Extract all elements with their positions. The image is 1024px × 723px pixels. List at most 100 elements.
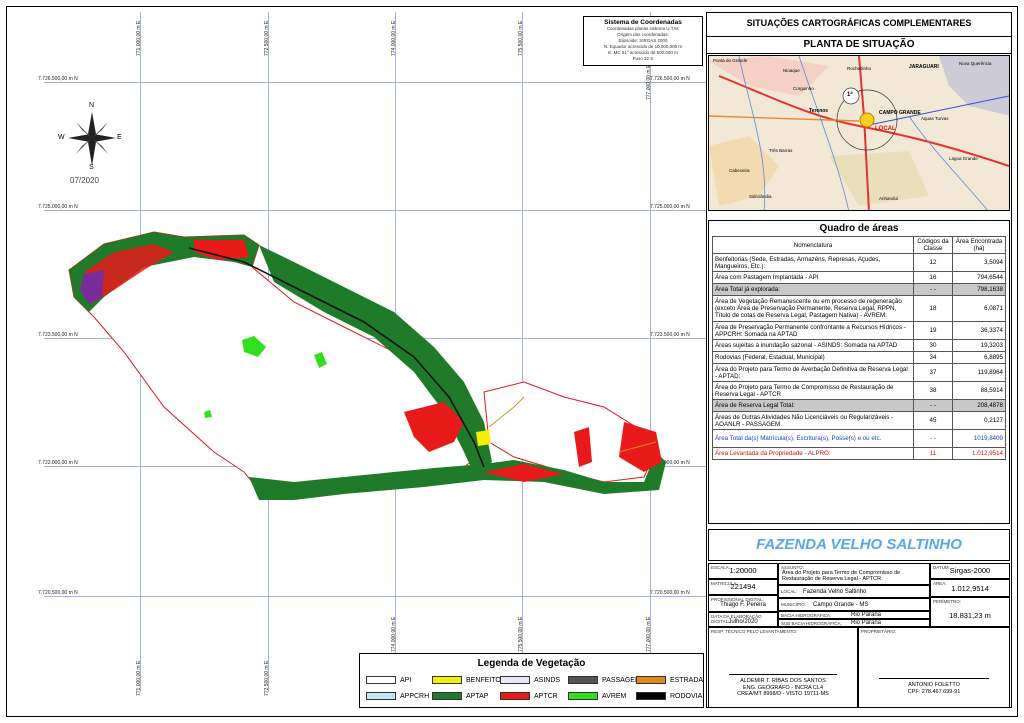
south-label: S: [89, 164, 94, 171]
legend-label: RODOVIA: [670, 692, 703, 700]
north-arrow: N S E W 07/2020: [58, 102, 122, 188]
area-value: 1.012,9514: [951, 584, 989, 593]
bacia-value: Rio Parana: [851, 612, 882, 618]
row-area: 798,1638: [952, 283, 1006, 296]
local-value: Fazenda Velho Saltinho: [803, 589, 867, 595]
legend-label: API: [400, 676, 412, 684]
proprietario-box: PROPRIETÁRIO: ANTONIO FOLETTO CPF: 278.4…: [858, 627, 1010, 708]
quadro-row: Área de Preservação Permanente confronta…: [712, 321, 1006, 340]
legend-label: APTCR: [534, 692, 558, 700]
inset-label: Ponta do Grande: [713, 58, 748, 63]
inset-label: Terenos: [809, 108, 829, 114]
quadro-row: Área Total da(s) Matrícula(s), Escritura…: [712, 429, 1006, 448]
inset-label: JARAGUARI: [909, 64, 939, 70]
datum-value: Sirgas-2000: [949, 566, 991, 575]
row-area: 36,3374: [952, 321, 1006, 340]
col-nomenclatura: Nomenclatura: [712, 236, 914, 254]
inset-badge: 1ª: [847, 92, 853, 98]
quadro-row: Área do Projeto para Termo de Averbação …: [712, 363, 1006, 382]
legend-item: ASINDS: [500, 676, 560, 684]
municipio-value: Campo Grande - MS: [813, 602, 869, 608]
west-label: W: [58, 134, 65, 141]
farm-name-box: FAZENDA VELHO SALTINHO: [708, 529, 1010, 561]
property-map: [68, 231, 666, 500]
inset-label: Rochedinho: [847, 66, 872, 71]
prop-line2: CPF: 278.467.699-91: [907, 688, 961, 695]
inset-label: Nova Querência: [959, 61, 992, 66]
farm-name: FAZENDA VELHO SALTINHO: [756, 536, 962, 553]
inset-label: Lagoa Grande: [949, 156, 978, 161]
panel-title: SITUAÇÕES CARTOGRÁFICAS COMPLEMENTARES: [746, 18, 972, 28]
row-label: Áreas sujeitas à inundação sazonal - ASI…: [712, 339, 914, 352]
legend-item: RODOVIA: [636, 692, 702, 700]
legend-swatch: [500, 676, 530, 684]
assunto-value: Área do Projeto para Termo de Compromiss…: [782, 570, 901, 582]
inset-label: Nioaque: [783, 68, 800, 73]
legend-label: APPCRH: [400, 692, 430, 700]
inset-map: Ponta do Grande Nioaque Rochedinho JARAG…: [708, 55, 1010, 211]
quadro-row: Área de Vegetação Remanescente ou em pro…: [712, 295, 1006, 322]
quadro-row: Área Levantada da Propriedade - ALPRO: 11…: [712, 447, 1006, 460]
quadro-areas: Quadro de áreas Nomenclatura Códigos da …: [708, 220, 1010, 524]
coord-system-title: Sistema de Coordenadas: [604, 19, 682, 26]
row-code: 34: [913, 351, 953, 364]
row-code: 30: [913, 339, 953, 352]
legend-label: PASSAGEM: [602, 676, 641, 684]
row-label: Área Total da(s) Matrícula(s), Escritura…: [712, 429, 914, 448]
inset-local-label: LOCAL: [875, 126, 896, 132]
quadro-row: Benfeitorias (Sede, Estradas, Armazéns, …: [712, 253, 1006, 272]
inset-label: Aquas Turvas: [921, 116, 949, 121]
legend-swatch: [432, 676, 462, 684]
legend-label: APTAP: [466, 692, 489, 700]
coord-line: Fuso 22 S: [632, 56, 654, 61]
map-date: 07/2020: [70, 176, 99, 185]
legend-swatch: [500, 692, 530, 700]
row-label: Área Total já explorada:: [712, 283, 914, 296]
legend-item: APTCR: [500, 692, 558, 700]
quadro-row: Área de Reserva Legal Total: - -208,4878: [712, 399, 1006, 412]
row-code: 16: [913, 271, 953, 284]
data-value: Julho/2020: [728, 619, 758, 625]
legend-item: ESTRADA: [636, 676, 703, 684]
matricula-field: MATRÍCULA: 221494: [708, 579, 778, 595]
row-label: Áreas de Outras Atividades Não Licenciáv…: [712, 411, 914, 430]
north-label: N: [89, 102, 95, 109]
col-codigos: Códigos da Classe: [913, 236, 953, 254]
row-area: 3,5094: [952, 253, 1006, 272]
row-label: Área Levantada da Propriedade - ALPRO:: [712, 447, 914, 460]
row-code: - -: [913, 399, 953, 412]
row-label: Área do Projeto para Termo de Averbação …: [712, 363, 914, 382]
quadro-table: Nomenclatura Códigos da Classe Área Enco…: [712, 236, 1006, 460]
legend-swatch: [366, 676, 396, 684]
inset-label: CAMPO GRANDE: [879, 110, 921, 116]
inset-label: Três Barras: [769, 148, 793, 153]
assunto-field: ASSUNTO: Área do Projeto para Termo de Co…: [778, 563, 930, 585]
row-label: Área com Pastagem Implantada - API: [712, 271, 914, 284]
row-area: 119,8964: [952, 363, 1006, 382]
row-label: Benfeitorias (Sede, Estradas, Armazéns, …: [712, 253, 914, 272]
matricula-value: 221494: [730, 582, 756, 591]
row-code: 45: [913, 411, 953, 430]
inset-label: Cabeceira: [729, 168, 750, 173]
row-label: Área de Preservação Permanente confronta…: [712, 321, 914, 340]
row-code: - -: [913, 283, 953, 296]
row-area: 1.012,9514: [952, 447, 1006, 460]
row-code: 11: [913, 447, 953, 460]
quadro-row: Áreas sujeitas à inundação sazonal - ASI…: [712, 339, 1006, 352]
row-area: 88,5914: [952, 381, 1006, 400]
row-code: 37: [913, 363, 953, 382]
data-field: DATA DA ELABORAÇÃO DIGITAL: Julho/2020: [708, 612, 778, 627]
legend-item: PASSAGEM: [568, 676, 641, 684]
row-code: 12: [913, 253, 953, 272]
legend-swatch: [366, 692, 396, 700]
escala-value: 1:20000: [729, 566, 757, 575]
quadro-row: Áreas de Outras Atividades Não Licenciáv…: [712, 411, 1006, 430]
subbacia-field: SUB BACIA HIDROGRÁFICA: Rio Parana: [778, 619, 930, 627]
row-area: 0,2127: [952, 411, 1006, 430]
quadro-row: Área do Projeto para Termo de Compromiss…: [712, 381, 1006, 400]
panel-subtitle: PLANTA DE SITUAÇÃO: [803, 39, 915, 50]
legend-swatch: [432, 692, 462, 700]
legend-swatch: [636, 692, 666, 700]
quadro-row: Área Total já explorada: - -798,1638: [712, 283, 1006, 296]
municipio-field: MUNICÍPIO: Campo Grande - MS: [778, 598, 930, 611]
